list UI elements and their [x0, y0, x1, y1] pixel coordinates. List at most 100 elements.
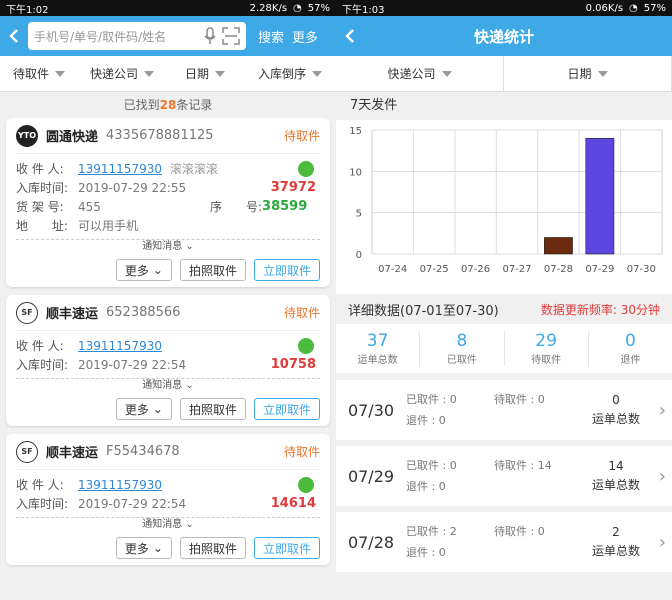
back-button[interactable]	[0, 28, 28, 44]
day-breakdown: 已取件 : 2 待取件 : 0 退件 : 0	[406, 521, 586, 563]
recipient-phone[interactable]: 13911157930	[78, 478, 162, 492]
pickup-code: 10758	[270, 357, 316, 372]
notification-toggle[interactable]: 通知消息 ⌄	[16, 378, 320, 392]
day-total-value: 0	[612, 393, 620, 407]
search-input[interactable]: 手机号/单号/取件码/姓名	[34, 28, 198, 45]
filter-company[interactable]: 快递公司	[78, 56, 166, 91]
filter-company[interactable]: 快递公司	[336, 56, 504, 91]
shelf-number: 455	[78, 199, 101, 214]
more-button[interactable]: 更多 ⌄	[115, 537, 172, 559]
network-speed: 0.06K/s	[585, 2, 624, 14]
wechat-icon[interactable]	[298, 337, 314, 354]
filter-label: 日期	[567, 67, 592, 81]
more-button[interactable]: 更多 ⌄	[115, 259, 172, 281]
battery-level: 57%	[643, 2, 666, 14]
recipient-phone[interactable]: 13911157930	[78, 339, 162, 353]
seq-label: 序 号:	[210, 200, 263, 214]
day-date: 07/30	[347, 400, 395, 420]
day-pending: 待取件 : 14	[494, 459, 552, 472]
day-total-label: 运单总数	[591, 478, 640, 492]
x-tick-label: 07-29	[585, 264, 614, 275]
result-count-number: 28	[159, 98, 177, 112]
recipient-label: 收 件 人:	[16, 162, 64, 176]
more-button[interactable]: 更多 ⌄	[115, 398, 172, 420]
day-breakdown: 已取件 : 0 待取件 : 14 退件 : 0	[406, 455, 586, 497]
parcel-card[interactable]: SF 顺丰速运 F55434678 待取件 收 件 人: 13911157930 …	[6, 434, 330, 565]
scan-icon[interactable]	[222, 27, 240, 45]
detail-header: 详细数据(07-01至07-30) 数据更新频率: 30分钟	[336, 294, 672, 324]
notification-toggle[interactable]: 通知消息 ⌄	[16, 239, 320, 253]
y-tick-label: 0	[356, 250, 362, 261]
notification-toggle[interactable]: 通知消息 ⌄	[16, 517, 320, 531]
time-row: 入库时间: 2019-07-29 22:55 37972	[16, 178, 320, 197]
sf-logo-icon: SF	[16, 301, 38, 324]
arrival-time: 2019-07-29 22:54	[78, 357, 187, 372]
chevron-right-icon: ›	[658, 399, 666, 421]
day-pending: 待取件 : 0	[494, 393, 545, 406]
summary-stats: 37 运单总数 8 已取件 29 待取件 0 退件	[336, 324, 672, 374]
photo-pickup-button[interactable]: 拍照取件	[179, 398, 246, 420]
filter-label: 待取件	[12, 67, 49, 81]
time-label: 入库时间:	[16, 497, 69, 511]
x-tick-label: 07-27	[502, 264, 531, 275]
parcel-card[interactable]: YTO 圆通快递 4335678881125 待取件 收 件 人: 1391115…	[6, 118, 330, 287]
photo-pickup-button[interactable]: 拍照取件	[179, 537, 246, 559]
day-total-label: 运单总数	[591, 412, 640, 426]
day-row[interactable]: 07/30 已取件 : 0 待取件 : 0 退件 : 0 0 运单总数 ›	[336, 380, 672, 440]
time-row: 入库时间: 2019-07-29 22:54 14614	[16, 494, 320, 513]
notification-label: 通知消息	[142, 241, 183, 252]
wechat-icon[interactable]	[298, 160, 314, 177]
day-total: 2 运单总数	[586, 523, 646, 561]
x-tick-label: 07-26	[461, 264, 490, 275]
back-button[interactable]	[336, 28, 364, 44]
more-label: 更多	[124, 541, 149, 556]
bar	[585, 137, 615, 255]
day-breakdown: 已取件 : 0 待取件 : 0 退件 : 0	[406, 389, 586, 431]
stat-pending: 29 待取件	[505, 331, 589, 366]
recipient-phone[interactable]: 13911157930	[78, 162, 162, 176]
day-returned: 退件 : 0	[406, 546, 446, 559]
plot-frame	[371, 129, 663, 255]
day-returned: 退件 : 0	[406, 480, 446, 493]
search-button[interactable]: 搜索	[258, 27, 284, 46]
status-bar: 下午1:03 0.06K/s ◔ 57%	[336, 0, 672, 16]
double-chevron-down-icon: ⌄	[185, 241, 194, 252]
search-box[interactable]: 手机号/单号/取件码/姓名	[28, 22, 246, 50]
recipient-nickname: 滚滚滚滚	[169, 162, 218, 176]
filter-status[interactable]: 待取件	[0, 56, 78, 91]
filter-sort[interactable]: 入库倒序	[244, 56, 336, 91]
status-badge: 待取件	[283, 306, 320, 320]
arrival-time: 2019-07-29 22:55	[78, 180, 187, 195]
status-time: 下午1:03	[342, 4, 385, 16]
dropdown-triangle-icon	[55, 70, 65, 77]
pickup-now-button[interactable]: 立即取件	[253, 537, 320, 559]
day-date: 07/29	[347, 466, 395, 486]
day-date: 07/28	[347, 532, 395, 552]
pickup-code: 37972	[270, 180, 316, 195]
more-label: 更多	[124, 263, 149, 278]
filter-date[interactable]: 日期	[504, 56, 672, 91]
stat-label: 退件	[620, 355, 641, 366]
stat-value: 29	[535, 331, 557, 351]
battery-level: 57%	[307, 2, 330, 14]
chevron-down-icon: ⌄	[152, 263, 163, 277]
wechat-icon[interactable]	[298, 476, 314, 493]
recipient-row: 收 件 人: 13911157930	[16, 336, 320, 355]
day-picked: 已取件 : 0	[406, 459, 457, 472]
stat-value: 0	[624, 331, 636, 351]
parcel-card[interactable]: SF 顺丰速运 652388566 待取件 收 件 人: 13911157930 …	[6, 295, 330, 426]
filter-date[interactable]: 日期	[166, 56, 244, 91]
day-row[interactable]: 07/29 已取件 : 0 待取件 : 14 退件 : 0 14 运单总数 ›	[336, 446, 672, 506]
x-tick-label: 07-24	[378, 264, 407, 275]
pickup-now-button[interactable]: 立即取件	[253, 259, 320, 281]
more-button[interactable]: 更多	[292, 27, 318, 46]
dropdown-triangle-icon	[144, 70, 154, 77]
day-total-value: 14	[608, 459, 624, 473]
day-row[interactable]: 07/28 已取件 : 2 待取件 : 0 退件 : 0 2 运单总数 ›	[336, 512, 672, 572]
page-title: 快递统计	[473, 27, 534, 46]
microphone-icon[interactable]	[204, 27, 216, 45]
pickup-now-button[interactable]: 立即取件	[253, 398, 320, 420]
filter-bar: 待取件 快递公司 日期 入库倒序	[0, 56, 336, 92]
photo-pickup-button[interactable]: 拍照取件	[179, 259, 246, 281]
more-label: 更多	[124, 402, 149, 417]
